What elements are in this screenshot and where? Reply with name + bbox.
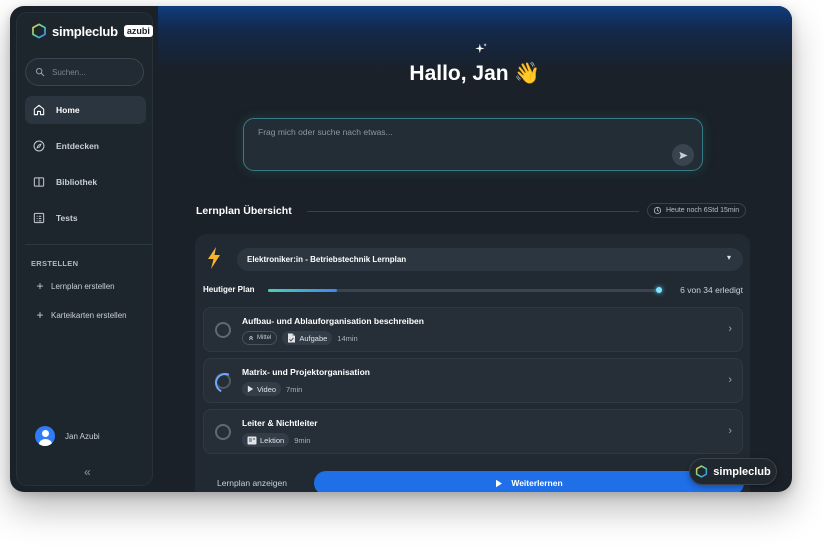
show-plan-link[interactable]: Lernplan anzeigen xyxy=(217,478,287,488)
task-item[interactable]: Matrix- und Projektorganisation Video 7m… xyxy=(203,358,743,403)
task-meta: Video 7min xyxy=(242,382,302,396)
ask-input[interactable] xyxy=(258,127,658,147)
sparkle-icon xyxy=(475,43,487,54)
time-left-text: Heute noch 6Std 15min xyxy=(666,207,740,214)
brand-logo[interactable]: simpleclub azubi xyxy=(31,23,153,39)
chevrons-left-icon[interactable]: « xyxy=(84,465,91,479)
user-profile[interactable]: Jan Azubi xyxy=(35,426,100,446)
section-divider xyxy=(307,211,639,212)
create-section-label: ERSTELLEN xyxy=(31,259,79,268)
task-checkbox[interactable] xyxy=(215,322,231,338)
compass-icon xyxy=(33,140,45,152)
progress-text: 6 von 34 erledigt xyxy=(680,285,743,295)
plus-icon: + xyxy=(36,308,44,322)
task-progress-ring[interactable] xyxy=(215,373,231,389)
difficulty-label: Mittel xyxy=(257,335,272,341)
chevron-right-icon: › xyxy=(728,374,732,386)
sidebar-item-home[interactable]: Home xyxy=(25,96,146,124)
continue-label: Weiterlernen xyxy=(511,478,563,488)
progress-fill xyxy=(268,289,338,292)
document-icon xyxy=(288,333,296,343)
greeting-title: Hallo, Jan 👋 xyxy=(409,62,541,85)
type-label: Video xyxy=(257,384,277,394)
create-item-label: Karteikarten erstellen xyxy=(51,310,127,320)
create-item-label: Lernplan erstellen xyxy=(51,281,115,291)
clock-icon xyxy=(653,206,662,215)
search-box[interactable] xyxy=(25,58,144,86)
book-icon xyxy=(33,177,45,187)
sidebar-item-label: Home xyxy=(56,105,80,115)
send-icon xyxy=(678,151,688,159)
main-content: Hallo, Jan 👋 Lernplan Übersicht Heute no… xyxy=(158,6,792,492)
task-title: Aufbau- und Ablauforganisation beschreib… xyxy=(242,316,424,326)
task-meta: Mittel Aufgabe 14min xyxy=(242,331,358,345)
type-label: Aufgabe xyxy=(299,333,328,343)
sidebar-item-bibliothek[interactable]: Bibliothek xyxy=(25,168,146,196)
task-duration: 9min xyxy=(294,435,311,445)
task-checkbox[interactable] xyxy=(215,424,231,440)
task-item[interactable]: Aufbau- und Ablauforganisation beschreib… xyxy=(203,307,743,352)
task-title: Leiter & Nichtleiter xyxy=(242,418,318,428)
bolt-icon xyxy=(208,247,220,269)
avatar xyxy=(35,426,55,446)
search-icon xyxy=(35,67,45,77)
continue-learning-button[interactable]: Weiterlernen xyxy=(314,471,744,492)
task-item[interactable]: Leiter & Nichtleiter Lektion 9min › xyxy=(203,409,743,454)
today-plan-label: Heutiger Plan xyxy=(203,285,255,294)
chevron-down-icon: ▾ xyxy=(726,253,731,262)
type-label: Lektion xyxy=(260,435,285,445)
header-gradient xyxy=(158,6,792,116)
plan-select[interactable]: Elektroniker:in - Betriebstechnik Lernpl… xyxy=(237,248,743,271)
azubi-badge: azubi xyxy=(123,25,153,37)
simpleclub-floating-badge[interactable]: simpleclub xyxy=(689,458,777,485)
create-lernplan-button[interactable]: + Lernplan erstellen xyxy=(35,279,115,293)
sidebar-item-label: Tests xyxy=(56,213,78,223)
send-button[interactable] xyxy=(672,144,694,166)
progress-marker xyxy=(656,287,662,293)
sidebar-divider xyxy=(25,244,152,245)
plus-icon: + xyxy=(36,279,44,293)
plan-select-value: Elektroniker:in - Betriebstechnik Lernpl… xyxy=(247,255,407,264)
sidebar-nav: Home Entdecken Bibliothek Tests xyxy=(25,96,146,240)
app-window: simpleclub azubi Home Entde xyxy=(10,6,792,492)
brand-badge-name: simpleclub xyxy=(713,465,771,478)
sidebar-item-tests[interactable]: Tests xyxy=(25,204,146,232)
chevron-right-icon: › xyxy=(728,425,732,437)
type-badge: Aufgabe xyxy=(282,331,333,345)
type-badge: Video xyxy=(242,382,282,396)
checklist-icon xyxy=(33,212,45,224)
task-title: Matrix- und Projektorganisation xyxy=(242,367,370,377)
sidebar-item-label: Entdecken xyxy=(56,141,99,151)
task-duration: 14min xyxy=(337,333,358,343)
play-icon xyxy=(247,385,254,393)
ask-box[interactable] xyxy=(243,118,703,171)
lernplan-card: Elektroniker:in - Betriebstechnik Lernpl… xyxy=(195,234,750,492)
time-left-badge: Heute noch 6Std 15min xyxy=(647,203,747,218)
lernplan-title: Lernplan Übersicht xyxy=(196,205,292,217)
progress-bar xyxy=(268,289,661,292)
sidebar-item-label: Bibliothek xyxy=(56,177,98,187)
chevrons-up-icon xyxy=(248,335,254,341)
task-meta: Lektion 9min xyxy=(242,433,310,447)
task-duration: 7min xyxy=(286,384,303,394)
chevron-right-icon: › xyxy=(728,323,732,335)
brand-name: simpleclub xyxy=(52,23,118,39)
simpleclub-logo-icon xyxy=(696,465,708,478)
simpleclub-logo-icon xyxy=(32,23,46,39)
create-karteikarten-button[interactable]: + Karteikarten erstellen xyxy=(35,308,127,322)
type-badge: Lektion xyxy=(242,433,290,447)
user-name: Jan Azubi xyxy=(65,431,100,441)
difficulty-badge: Mittel xyxy=(242,331,278,345)
search-input[interactable] xyxy=(52,67,137,77)
sidebar-item-entdecken[interactable]: Entdecken xyxy=(25,132,146,160)
lesson-icon xyxy=(247,436,257,444)
play-icon xyxy=(496,479,503,487)
home-icon xyxy=(33,104,45,116)
sidebar: simpleclub azubi Home Entde xyxy=(16,12,153,486)
